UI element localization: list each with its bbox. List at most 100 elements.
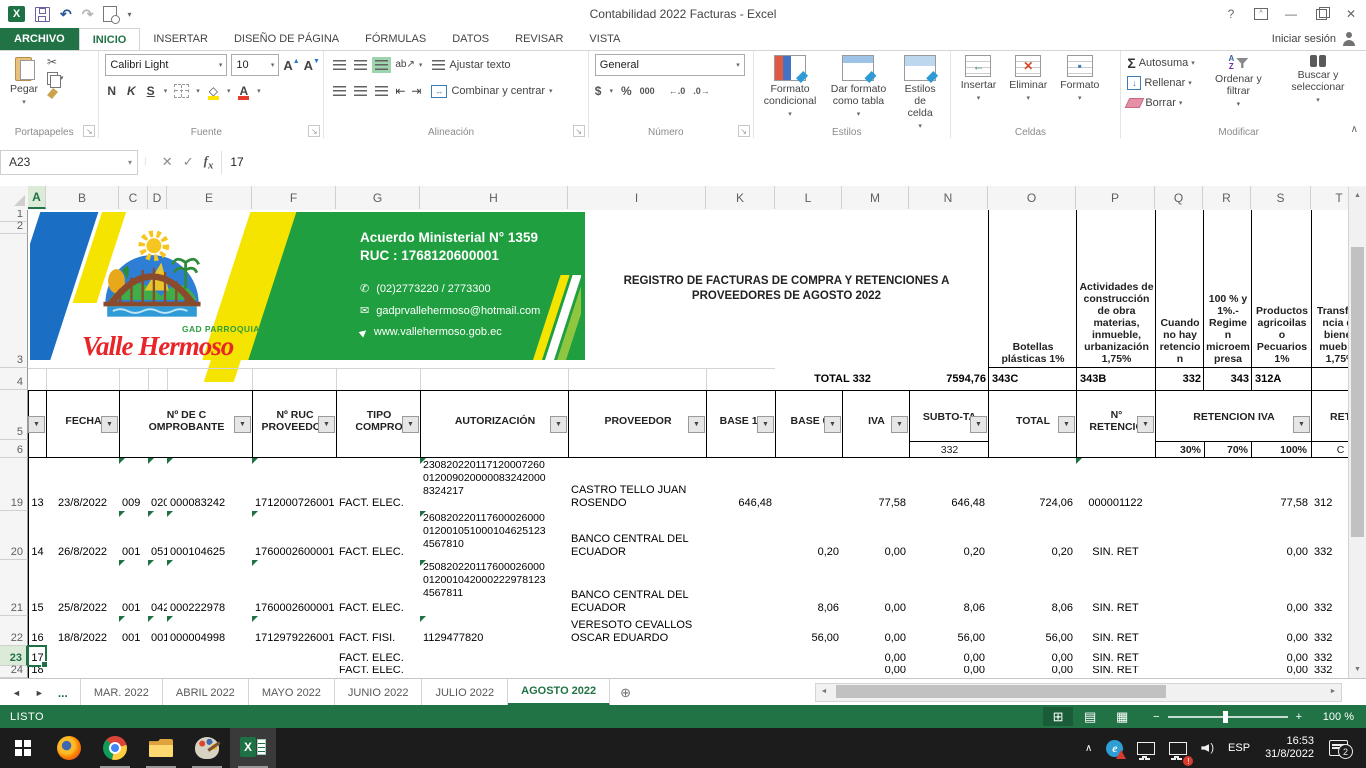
bold-button[interactable]: N [105, 84, 118, 98]
filter-header-G5[interactable]: TIPO COMPRO▼ [336, 390, 421, 458]
cell-E20[interactable]: 000104625 [167, 511, 253, 561]
italic-button[interactable]: K [125, 84, 138, 98]
filter-dropdown-icon[interactable]: ▼ [891, 416, 908, 433]
underline-dropdown-icon[interactable]: ▾ [164, 87, 168, 95]
cell-F21[interactable]: 1760002600001 [252, 560, 337, 617]
cut-button[interactable]: ✂ [47, 56, 64, 69]
sheet-tab-agosto-2022[interactable]: AGOSTO 2022 [508, 679, 610, 706]
conditional-formatting-button[interactable]: Formato condicional ▾ [760, 54, 821, 122]
cell-L21[interactable]: 8,06 [775, 560, 843, 617]
cell-K22[interactable] [706, 616, 776, 647]
cell-R21[interactable] [1203, 560, 1252, 617]
column-header-O[interactable]: O [988, 186, 1076, 209]
header-cell-S3[interactable]: Productos agricoilas o Pecuarios 1% [1251, 210, 1312, 368]
accounting-format-button[interactable]: $ [595, 84, 602, 98]
column-header-S[interactable]: S [1251, 186, 1311, 209]
cell-E23[interactable] [167, 646, 253, 667]
tray-chevron-icon[interactable]: ∧ [1078, 728, 1099, 768]
filter-header-M5[interactable]: IVA▼ [842, 390, 910, 458]
zoom-in-icon[interactable]: + [1296, 711, 1302, 723]
print-preview-icon[interactable] [103, 6, 117, 22]
cell-S20[interactable]: 0,00 [1251, 511, 1312, 561]
cell-L19[interactable] [775, 458, 843, 512]
close-button[interactable]: ✕ [1336, 0, 1366, 28]
filter-header-O5[interactable]: TOTAL▼ [988, 390, 1077, 458]
customize-qat-icon[interactable]: ▾ [127, 10, 131, 19]
insert-cells-button[interactable]: ← Insertar ▾ [957, 54, 1001, 106]
format-as-table-button[interactable]: Dar formato como tabla ▾ [825, 54, 891, 122]
cell-F20[interactable]: 1760002600001 [252, 511, 337, 561]
filter-header-P5[interactable]: N° RETENCIO▼ [1076, 390, 1156, 458]
font-color-button[interactable]: A [237, 84, 250, 98]
find-select-button[interactable]: Buscar y seleccionar ▾ [1276, 54, 1360, 108]
header-cell-O3[interactable]: Botellas plásticas 1% [988, 210, 1077, 368]
filter-header-L5[interactable]: BASE 0▼ [775, 390, 843, 458]
cell-R24[interactable] [1203, 666, 1252, 678]
column-header-Q[interactable]: Q [1155, 186, 1203, 209]
cell-K20[interactable] [706, 511, 776, 561]
tab-datos[interactable]: DATOS [439, 28, 502, 50]
cell-I23[interactable] [568, 646, 707, 667]
name-box-dropdown-icon[interactable]: ▾ [128, 158, 137, 167]
cell-S23[interactable]: 0,00 [1251, 646, 1312, 667]
filter-header-I5[interactable]: PROVEEDOR▼ [568, 390, 707, 458]
cell-I21[interactable]: BANCO CENTRAL DEL ECUADOR [568, 560, 707, 617]
cell-D21[interactable]: 042 [148, 560, 168, 617]
grow-font-button[interactable]: A▲ [283, 58, 299, 73]
sort-filter-button[interactable]: AZ Ordenar y filtrar ▾ [1206, 54, 1271, 112]
cell-R4[interactable]: 343 [1203, 368, 1252, 390]
row-header-22[interactable]: 22 [0, 616, 28, 646]
restore-button[interactable] [1306, 0, 1336, 28]
filter-header-N5[interactable]: SUBTO-TA332▼ [909, 390, 989, 458]
cell-A21[interactable]: 15 [28, 560, 47, 617]
borders-dropdown-icon[interactable]: ▾ [196, 87, 200, 95]
zoom-level[interactable]: 100 % [1310, 711, 1354, 723]
cell-F24[interactable] [252, 666, 337, 678]
taskbar-explorer[interactable] [138, 728, 184, 768]
fill-button[interactable]: ↓ Rellenar ▾ [1127, 74, 1194, 92]
cell-A20[interactable]: 14 [28, 511, 47, 561]
cell-M22[interactable]: 0,00 [842, 616, 910, 647]
cell-C19[interactable]: 009 [119, 458, 149, 512]
cell-N20[interactable]: 0,20 [909, 511, 989, 561]
cell-Q21[interactable] [1155, 560, 1204, 617]
filter-header-H5[interactable]: AUTORIZACIÓN▼ [420, 390, 569, 458]
cell-B22[interactable]: 18/8/2022 [46, 616, 120, 647]
page-layout-view-icon[interactable]: ▤ [1075, 707, 1105, 726]
cell-H23[interactable] [420, 646, 569, 667]
cell-C24[interactable] [119, 666, 149, 678]
vertical-scrollbar[interactable]: ▲ ▼ [1348, 187, 1366, 678]
cell-F22[interactable]: 1712979226001 [252, 616, 337, 647]
sheet-nav-left-icon[interactable]: ◄ [12, 688, 21, 698]
row-header-19[interactable]: 19 [0, 458, 28, 511]
zoom-slider-thumb[interactable] [1223, 711, 1228, 723]
column-header-M[interactable]: M [842, 186, 909, 209]
cell-E21[interactable]: 000222978 [167, 560, 253, 617]
filter-header-Q5[interactable]: RETENCION IVA30%70%100%▼ [1155, 390, 1312, 458]
filter-dropdown-icon[interactable]: ▼ [234, 416, 251, 433]
cancel-icon[interactable]: ✕ [162, 154, 173, 170]
filter-dropdown-icon[interactable]: ▼ [28, 416, 45, 433]
align-bottom-button[interactable] [372, 57, 391, 73]
tray-eset[interactable]: e [1099, 728, 1130, 768]
horizontal-scrollbar[interactable]: ◄ ► [815, 683, 1342, 702]
tab-revisar[interactable]: REVISAR [502, 28, 576, 50]
column-header-K[interactable]: K [706, 186, 775, 209]
align-left-button[interactable] [330, 83, 349, 99]
alignment-dialog-launcher[interactable]: ↘ [573, 125, 585, 137]
cell-S19[interactable]: 77,58 [1251, 458, 1312, 512]
column-header-A[interactable]: A [28, 186, 46, 209]
scroll-left-icon[interactable]: ◄ [816, 684, 832, 699]
cell-styles-button[interactable]: Estilos de celda ▾ [897, 54, 944, 134]
cell-G19[interactable]: FACT. ELEC. [336, 458, 421, 512]
column-header-P[interactable]: P [1076, 186, 1155, 209]
wrap-text-button[interactable]: Ajustar texto [432, 59, 510, 71]
column-header-L[interactable]: L [775, 186, 842, 209]
font-dialog-launcher[interactable]: ↘ [308, 125, 320, 137]
cell-P22[interactable]: SIN. RET [1076, 616, 1156, 647]
scroll-up-icon[interactable]: ▲ [1350, 187, 1365, 204]
cell-B24[interactable] [46, 666, 120, 678]
cell-P23[interactable]: SIN. RET [1076, 646, 1156, 667]
taskbar-paint[interactable] [184, 728, 230, 768]
filter-dropdown-icon[interactable]: ▼ [1137, 416, 1154, 433]
